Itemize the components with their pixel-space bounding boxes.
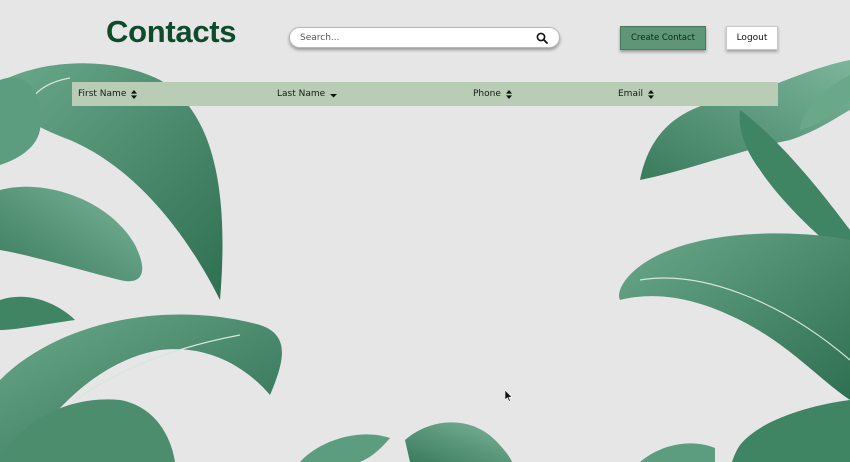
page-title: Contacts bbox=[106, 14, 237, 49]
column-label: Phone bbox=[473, 89, 501, 99]
sort-down-icon bbox=[330, 93, 338, 97]
search-box[interactable] bbox=[289, 27, 560, 48]
search-input[interactable] bbox=[300, 29, 520, 46]
sort-both-icon bbox=[131, 89, 138, 99]
create-contact-button[interactable]: Create Contact bbox=[620, 26, 706, 50]
leaf-background-illustration bbox=[0, 60, 850, 462]
column-header-first-name[interactable]: First Name bbox=[78, 82, 138, 106]
sort-both-icon bbox=[647, 89, 654, 99]
column-header-email[interactable]: Email bbox=[618, 82, 654, 106]
contacts-table-header: First Name Last Name Phone Email bbox=[72, 82, 778, 106]
sort-both-icon bbox=[505, 89, 512, 99]
column-label: Email bbox=[618, 89, 643, 99]
column-label: Last Name bbox=[277, 89, 326, 99]
column-header-last-name[interactable]: Last Name bbox=[277, 82, 338, 106]
column-header-phone[interactable]: Phone bbox=[473, 82, 512, 106]
logout-button[interactable]: Logout bbox=[726, 26, 778, 50]
column-label: First Name bbox=[78, 89, 127, 99]
mouse-pointer-icon bbox=[505, 390, 513, 402]
magnifier-icon[interactable] bbox=[536, 32, 548, 44]
